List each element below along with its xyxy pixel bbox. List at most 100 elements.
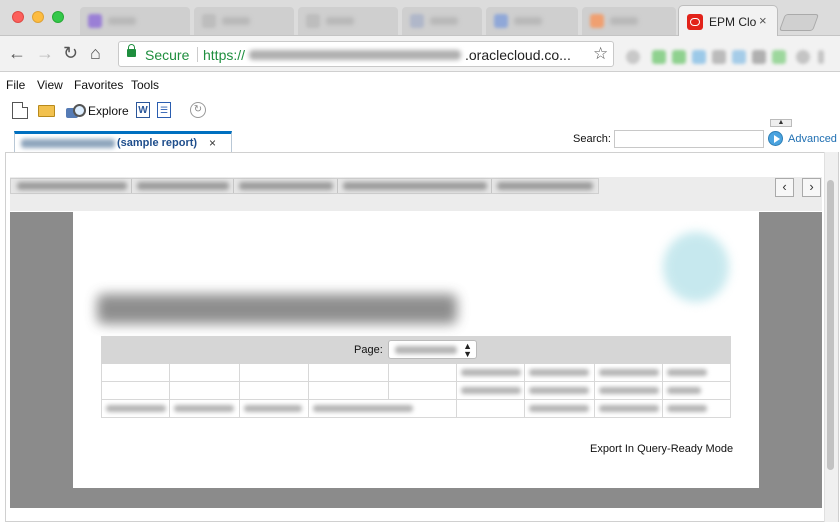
breadcrumb-item[interactable] — [137, 182, 229, 190]
browser-tab-6[interactable] — [582, 7, 676, 35]
extension-icon-2[interactable] — [652, 50, 666, 64]
oracle-favicon-icon — [687, 14, 703, 30]
open-folder-icon[interactable] — [38, 105, 55, 117]
browser-tab-4[interactable] — [402, 7, 482, 35]
url-host: .oraclecloud.co... — [465, 47, 571, 63]
report-page: Page: ▲ ▼ Export In Query-Ready Mode — [73, 212, 759, 488]
menu-view[interactable]: View — [37, 78, 63, 92]
document-tab-redacted — [21, 139, 115, 148]
table-cell — [457, 364, 525, 381]
collapse-handle-icon[interactable]: ▲ — [770, 119, 792, 127]
table-cell — [240, 400, 309, 417]
menu-favorites[interactable]: Favorites — [74, 78, 123, 92]
advanced-search-link[interactable]: Advanced — [788, 133, 837, 145]
table-cell — [595, 364, 663, 381]
extension-icon-6[interactable] — [732, 50, 746, 64]
explore-button[interactable]: Explore — [88, 104, 129, 118]
table-cell — [595, 382, 663, 399]
breadcrumb — [10, 178, 599, 194]
breadcrumb-item[interactable] — [17, 182, 127, 190]
table-cell — [595, 400, 663, 417]
menu-file[interactable]: File — [6, 78, 25, 92]
page-select-value-redacted — [395, 346, 457, 354]
table-cell — [102, 400, 170, 417]
table-cell — [457, 382, 525, 399]
table-cell — [309, 400, 457, 417]
toolbar: Explore W ☰ ↻ — [0, 96, 840, 124]
tab-close-icon[interactable]: × — [759, 13, 767, 28]
explore-icon[interactable] — [66, 104, 86, 118]
grid-header: Page: ▲ ▼ — [101, 336, 731, 364]
tab-title: EPM Clo — [709, 15, 757, 29]
new-document-icon[interactable] — [12, 102, 28, 119]
table-cell — [663, 364, 731, 381]
table-cell — [170, 400, 240, 417]
word-export-icon[interactable]: W — [136, 102, 150, 118]
browser-tab-2[interactable] — [194, 7, 294, 35]
extension-icon-5[interactable] — [712, 50, 726, 64]
breadcrumb-item[interactable] — [497, 182, 593, 190]
extension-icon-4[interactable] — [692, 50, 706, 64]
table-cell — [525, 400, 595, 417]
close-window-button[interactable] — [12, 11, 24, 23]
url-redacted — [249, 50, 461, 60]
advanced-search-icon[interactable] — [768, 131, 783, 146]
breadcrumb-item[interactable] — [239, 182, 333, 190]
search-label: Search: — [573, 133, 611, 145]
page-select[interactable]: ▲ ▼ — [388, 340, 477, 359]
extension-icon-3[interactable] — [672, 50, 686, 64]
scrollbar-thumb[interactable] — [827, 180, 834, 470]
home-icon[interactable]: ⌂ — [90, 44, 101, 62]
table-row — [101, 364, 731, 382]
table-cell — [240, 364, 309, 381]
extension-icon-1[interactable] — [626, 50, 640, 64]
table-cell — [309, 364, 389, 381]
profile-icon[interactable] — [796, 50, 810, 64]
document-tab-close-icon[interactable]: × — [209, 136, 216, 150]
pdf-export-icon[interactable]: ☰ — [157, 102, 171, 118]
reload-icon[interactable]: ↻ — [63, 44, 78, 62]
company-logo — [663, 232, 729, 302]
minimize-window-button[interactable] — [32, 11, 44, 23]
breadcrumb-item[interactable] — [343, 182, 487, 190]
table-cell — [240, 382, 309, 399]
browser-tab-1[interactable] — [80, 7, 190, 35]
breadcrumb-divider — [337, 179, 338, 193]
export-query-ready-link[interactable]: Export In Query-Ready Mode — [590, 443, 733, 455]
omnibox[interactable]: Secure https:// .oraclecloud.co... ☆ — [118, 41, 614, 67]
previous-page-button[interactable]: ‹ — [775, 178, 794, 197]
menu-dots-icon[interactable] — [818, 50, 824, 64]
maximize-window-button[interactable] — [52, 11, 64, 23]
menu-bar: File View Favorites Tools — [0, 74, 840, 94]
secure-label: Secure — [145, 47, 190, 63]
browser-tab-5[interactable] — [486, 7, 578, 35]
search-input[interactable] — [614, 130, 764, 148]
address-bar: ← → ↻ ⌂ Secure https:// .oraclecloud.co.… — [0, 36, 840, 72]
table-cell — [170, 364, 240, 381]
forward-arrow-icon[interactable]: → — [36, 44, 54, 62]
browser-tab-epm[interactable]: EPM Clo × — [678, 5, 778, 37]
browser-tab-3[interactable] — [298, 7, 398, 35]
table-row — [101, 400, 731, 418]
menu-tools[interactable]: Tools — [131, 78, 159, 92]
refresh-icon[interactable]: ↻ — [190, 102, 206, 118]
report-title-redacted — [97, 294, 457, 324]
breadcrumb-divider — [233, 179, 234, 193]
table-cell — [525, 364, 595, 381]
extension-icon-8[interactable] — [772, 50, 786, 64]
browser-titlebar: EPM Clo × — [0, 0, 840, 37]
table-cell — [457, 400, 525, 417]
table-cell — [102, 364, 170, 381]
table-cell — [309, 382, 389, 399]
table-cell — [663, 400, 731, 417]
document-tab[interactable]: (sample report) × — [14, 131, 232, 153]
extension-icon-7[interactable] — [752, 50, 766, 64]
new-tab-button[interactable] — [778, 14, 820, 31]
star-icon[interactable]: ☆ — [593, 44, 608, 64]
back-arrow-icon[interactable]: ← — [8, 44, 26, 62]
lock-icon — [127, 44, 136, 57]
table-cell — [389, 364, 457, 381]
table-cell — [663, 382, 731, 399]
omnibox-separator — [197, 47, 198, 62]
next-page-button[interactable]: › — [802, 178, 821, 197]
